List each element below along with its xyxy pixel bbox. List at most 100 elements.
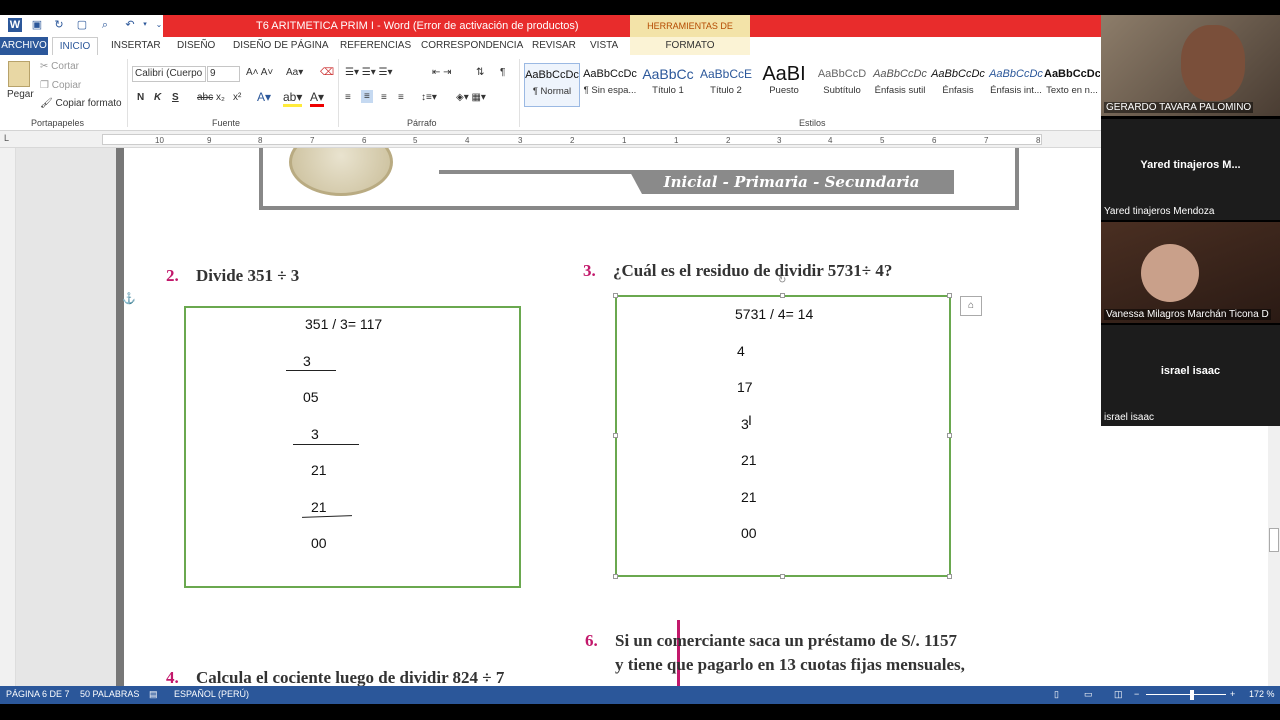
text-effects-icon[interactable]: A▾: [257, 90, 271, 104]
shading-icon[interactable]: ◈▾ ▦▾: [456, 92, 486, 103]
participant-tile[interactable]: Vanessa Milagros Marchán Ticona D: [1101, 222, 1280, 323]
document-area[interactable]: Inicial - Primaria - Secundaria 2. Divid…: [16, 148, 1101, 686]
question-3-text: ¿Cuál es el residuo de dividir 5731÷ 4?: [613, 261, 893, 280]
tab-vista[interactable]: VISTA: [590, 37, 618, 55]
resize-handle[interactable]: [613, 293, 618, 298]
bold-button[interactable]: N: [137, 92, 144, 103]
style-titulo-1[interactable]: AaBbCc Título 1: [640, 63, 696, 107]
zoom-out-icon[interactable]: −: [1134, 689, 1139, 699]
style-enfasis[interactable]: AaBbCcDc Énfasis: [930, 63, 986, 107]
language[interactable]: ESPAÑOL (PERÚ): [174, 689, 249, 699]
resize-handle[interactable]: [947, 433, 952, 438]
strikethrough-button[interactable]: abc: [197, 92, 213, 103]
tab-insertar[interactable]: INSERTAR: [111, 37, 161, 55]
resize-handle[interactable]: [613, 433, 618, 438]
paste-icon[interactable]: [8, 61, 30, 87]
tab-correspondencia[interactable]: CORRESPONDENCIA: [421, 37, 523, 55]
customize-qat-icon[interactable]: ⌄: [152, 18, 166, 32]
resize-handle[interactable]: [947, 574, 952, 579]
style-name: ¶ Normal: [532, 86, 572, 97]
style-name: Título 2: [710, 85, 742, 96]
participant-name: israel isaac: [1104, 412, 1155, 423]
zoom-level[interactable]: 172 %: [1249, 689, 1275, 699]
tab-archivo[interactable]: ARCHIVO: [0, 37, 48, 55]
zoom-slider[interactable]: [1146, 694, 1226, 695]
grow-font-icon[interactable]: A˄ A˅: [246, 67, 273, 78]
save-icon[interactable]: ▣: [30, 18, 44, 32]
subscript-button[interactable]: x₂: [216, 92, 225, 103]
font-size-combo[interactable]: 9: [207, 66, 240, 82]
align-right-icon[interactable]: ≡: [381, 92, 387, 103]
question-6-accent-bar: [677, 620, 680, 686]
question-2-answer-box[interactable]: [184, 306, 521, 588]
ruler-number: 3: [518, 136, 523, 145]
read-mode-icon[interactable]: ▯: [1054, 689, 1059, 700]
underline-button[interactable]: S: [172, 92, 179, 103]
question-3-answer-box[interactable]: [615, 295, 951, 577]
sort-icon[interactable]: ⇅: [476, 67, 484, 78]
italic-button[interactable]: K: [154, 92, 161, 103]
proofing-icon[interactable]: ▤: [149, 689, 158, 700]
tab-diseno-de-pagina[interactable]: DISEÑO DE PÁGINA: [233, 37, 329, 55]
align-center-icon[interactable]: ≡: [361, 90, 373, 103]
tab-formato[interactable]: FORMATO: [630, 37, 750, 55]
indent-icon[interactable]: ⇤ ⇥: [432, 67, 452, 78]
tab-revisar[interactable]: REVISAR: [532, 37, 576, 55]
zoom-in-icon[interactable]: +: [1230, 689, 1235, 699]
style-sin-espaciado[interactable]: AaBbCcDc ¶ Sin espa...: [582, 63, 638, 107]
rotate-handle-icon[interactable]: ↻: [778, 275, 786, 286]
align-left-icon[interactable]: ≡: [345, 92, 351, 103]
web-layout-icon[interactable]: ◫: [1114, 689, 1123, 700]
style-normal[interactable]: AaBbCcDc ¶ Normal: [524, 63, 580, 107]
new-document-icon[interactable]: ▢: [75, 18, 89, 32]
clear-format-icon[interactable]: ⌫: [320, 67, 334, 78]
refresh-icon[interactable]: ↻: [52, 18, 66, 32]
paste-button[interactable]: Pegar: [7, 89, 34, 100]
undo-dropdown-icon[interactable]: ▾: [138, 18, 152, 32]
page-count[interactable]: PÁGINA 6 DE 7: [6, 689, 70, 699]
horizontal-ruler[interactable]: L 10 9 8 7 6 5 4 3 2 1 1 2 3 4 5 6 7 8: [0, 131, 1101, 148]
style-enfasis-sutil[interactable]: AaBbCcDc Énfasis sutil: [872, 63, 928, 107]
tab-selector-icon[interactable]: L: [4, 133, 9, 143]
font-color-icon[interactable]: A▾: [310, 90, 325, 107]
style-titulo-2[interactable]: AaBbCcE Título 2: [698, 63, 754, 107]
undo-icon[interactable]: ↶: [123, 18, 137, 32]
style-preview: AaBbCcE: [699, 67, 753, 81]
resize-handle[interactable]: [613, 574, 618, 579]
resize-handle[interactable]: [780, 293, 785, 298]
participant-tile[interactable]: israel isaac israel isaac: [1101, 325, 1280, 426]
line-spacing-icon[interactable]: ↕≡▾: [421, 92, 437, 103]
cut-button[interactable]: ✂ Cortar: [40, 61, 79, 72]
pilcrow-icon[interactable]: ¶: [500, 67, 505, 78]
justify-icon[interactable]: ≡: [398, 92, 404, 103]
q2-line: 21: [311, 462, 327, 478]
tab-diseno[interactable]: DISEÑO: [177, 37, 215, 55]
copy-button[interactable]: ❐ Copiar: [40, 80, 81, 91]
style-enfasis-intenso[interactable]: AaBbCcDc Énfasis int...: [988, 63, 1044, 107]
word-count[interactable]: 50 PALABRAS: [80, 689, 139, 699]
layout-options-icon[interactable]: ⌂: [960, 296, 982, 316]
style-puesto[interactable]: AaBI Puesto: [756, 63, 812, 107]
style-preview: AaBI: [762, 63, 806, 85]
superscript-button[interactable]: x²: [233, 92, 241, 103]
tab-referencias[interactable]: REFERENCIAS: [340, 37, 411, 55]
participant-name: GERARDO TAVARA PALOMINO: [1104, 102, 1254, 113]
bullets-icon[interactable]: ☰▾ ☰▾ ☰▾: [345, 67, 393, 78]
change-case-icon[interactable]: Aa▾: [286, 67, 303, 78]
tab-inicio[interactable]: INICIO: [52, 37, 98, 55]
resize-handle[interactable]: [947, 293, 952, 298]
print-layout-icon[interactable]: ▭: [1084, 689, 1093, 700]
font-name-combo[interactable]: Calibri (Cuerpo: [132, 66, 206, 82]
participant-tile[interactable]: Yared tinajeros M... Yared tinajeros Men…: [1101, 119, 1280, 220]
print-preview-icon[interactable]: ⌕: [98, 18, 112, 32]
q3-line: 5731 / 4= 14: [735, 306, 814, 322]
style-texto-en-negrita[interactable]: AaBbCcDc Texto en n...: [1044, 63, 1100, 107]
resize-handle[interactable]: [780, 574, 785, 579]
participant-tile[interactable]: GERARDO TAVARA PALOMINO: [1101, 15, 1280, 116]
ruler-number: 9: [207, 136, 212, 145]
format-painter-button[interactable]: 🖌 Copiar formato: [40, 98, 122, 109]
zoom-slider-thumb[interactable]: [1190, 690, 1194, 700]
style-subtitulo[interactable]: AaBbCcD Subtítulo: [814, 63, 870, 107]
scrollbar-thumb[interactable]: [1269, 528, 1279, 552]
highlight-icon[interactable]: ab▾: [283, 90, 303, 107]
